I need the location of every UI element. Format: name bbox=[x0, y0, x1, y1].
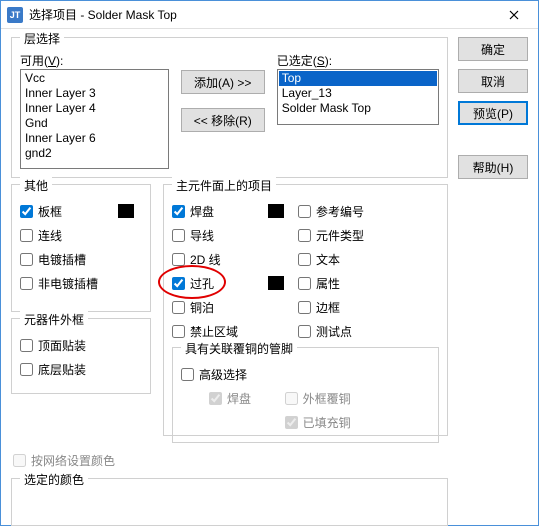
by-net-color-checkbox: 按网络设置颜色 bbox=[11, 448, 448, 472]
refdes-checkbox[interactable]: 参考编号 bbox=[298, 199, 439, 223]
remove-button[interactable]: << 移除(R) bbox=[181, 108, 265, 132]
outline-checkbox[interactable]: 边框 bbox=[298, 295, 439, 319]
connections-checkbox[interactable]: 连线 bbox=[20, 223, 142, 247]
add-button[interactable]: 添加(A) >> bbox=[181, 70, 265, 94]
board-outline-checkbox[interactable]: 板框 bbox=[20, 199, 142, 223]
lines2d-checkbox[interactable]: 2D 线 bbox=[172, 247, 292, 271]
layer-select-group: 层选择 可用(V): Vcc Inner Layer 3 Inner Layer… bbox=[11, 37, 448, 178]
nonplated-slots-checkbox[interactable]: 非电镀插槽 bbox=[20, 271, 142, 295]
top-mount-checkbox[interactable]: 顶面贴装 bbox=[20, 333, 142, 357]
close-icon bbox=[509, 10, 519, 20]
color-swatch[interactable] bbox=[268, 276, 284, 290]
list-item[interactable]: Top bbox=[279, 71, 437, 86]
close-button[interactable] bbox=[494, 2, 534, 28]
list-item[interactable]: Solder Mask Top bbox=[279, 101, 437, 116]
test-points-checkbox[interactable]: 测试点 bbox=[298, 319, 439, 343]
text-checkbox[interactable]: 文本 bbox=[298, 247, 439, 271]
traces-checkbox[interactable]: 导线 bbox=[172, 223, 292, 247]
window-title: 选择项目 - Solder Mask Top bbox=[29, 6, 494, 23]
app-logo: JT bbox=[7, 7, 23, 23]
pads-checkbox[interactable]: 焊盘 bbox=[172, 199, 292, 223]
layer-select-title: 层选择 bbox=[20, 30, 64, 47]
top-items-group: 主元件面上的项目 焊盘 参考编号 导线 元件类型 2D 线 文本 过孔 属性 铜… bbox=[163, 184, 448, 436]
other-group: 其他 板框 连线 电镀插槽 非电镀插槽 bbox=[11, 184, 151, 312]
component-outlines-title: 元器件外框 bbox=[20, 311, 88, 328]
list-item[interactable]: Inner Layer 3 bbox=[22, 86, 167, 101]
part-type-checkbox[interactable]: 元件类型 bbox=[298, 223, 439, 247]
vias-checkbox[interactable]: 过孔 bbox=[172, 271, 292, 295]
available-listbox[interactable]: Vcc Inner Layer 3 Inner Layer 4 Gnd Inne… bbox=[20, 69, 169, 169]
other-title: 其他 bbox=[20, 177, 52, 194]
selected-listbox[interactable]: Top Layer_13 Solder Mask Top bbox=[277, 69, 439, 125]
copper-checkbox[interactable]: 铜泊 bbox=[172, 295, 292, 319]
outline-copper-checkbox: 外框覆铜 bbox=[285, 386, 355, 410]
color-swatch[interactable] bbox=[118, 204, 134, 218]
advanced-checkbox[interactable]: 高级选择 bbox=[181, 362, 430, 386]
ok-button[interactable]: 确定 bbox=[458, 37, 528, 61]
list-item[interactable]: Vcc bbox=[22, 71, 167, 86]
list-item[interactable]: gnd2 bbox=[22, 146, 167, 161]
list-item[interactable]: Layer_13 bbox=[279, 86, 437, 101]
list-item[interactable]: Gnd bbox=[22, 116, 167, 131]
available-label: 可用(V): bbox=[20, 52, 169, 69]
selected-color-title: 选定的颜色 bbox=[20, 471, 88, 488]
attributes-checkbox[interactable]: 属性 bbox=[298, 271, 439, 295]
help-button[interactable]: 帮助(H) bbox=[458, 155, 528, 179]
color-swatch[interactable] bbox=[268, 204, 284, 218]
top-items-title: 主元件面上的项目 bbox=[172, 177, 276, 194]
assoc-copper-group: 具有关联覆铜的管脚 高级选择 焊盘 外框覆铜 已填充铜 bbox=[172, 347, 439, 443]
cancel-button[interactable]: 取消 bbox=[458, 69, 528, 93]
list-item[interactable]: Inner Layer 6 bbox=[22, 131, 167, 146]
assoc-copper-title: 具有关联覆铜的管脚 bbox=[181, 340, 297, 357]
list-item[interactable]: Inner Layer 4 bbox=[22, 101, 167, 116]
plated-slots-checkbox[interactable]: 电镀插槽 bbox=[20, 247, 142, 271]
bottom-mount-checkbox[interactable]: 底层贴装 bbox=[20, 357, 142, 381]
filled-copper-checkbox: 已填充铜 bbox=[285, 410, 355, 434]
component-outlines-group: 元器件外框 顶面贴装 底层贴装 bbox=[11, 318, 151, 394]
preview-button[interactable]: 预览(P) bbox=[458, 101, 528, 125]
assoc-pads-checkbox: 焊盘 bbox=[209, 386, 279, 410]
selected-color-group: 选定的颜色 bbox=[11, 478, 448, 526]
selected-label: 已选定(S): bbox=[277, 52, 439, 69]
